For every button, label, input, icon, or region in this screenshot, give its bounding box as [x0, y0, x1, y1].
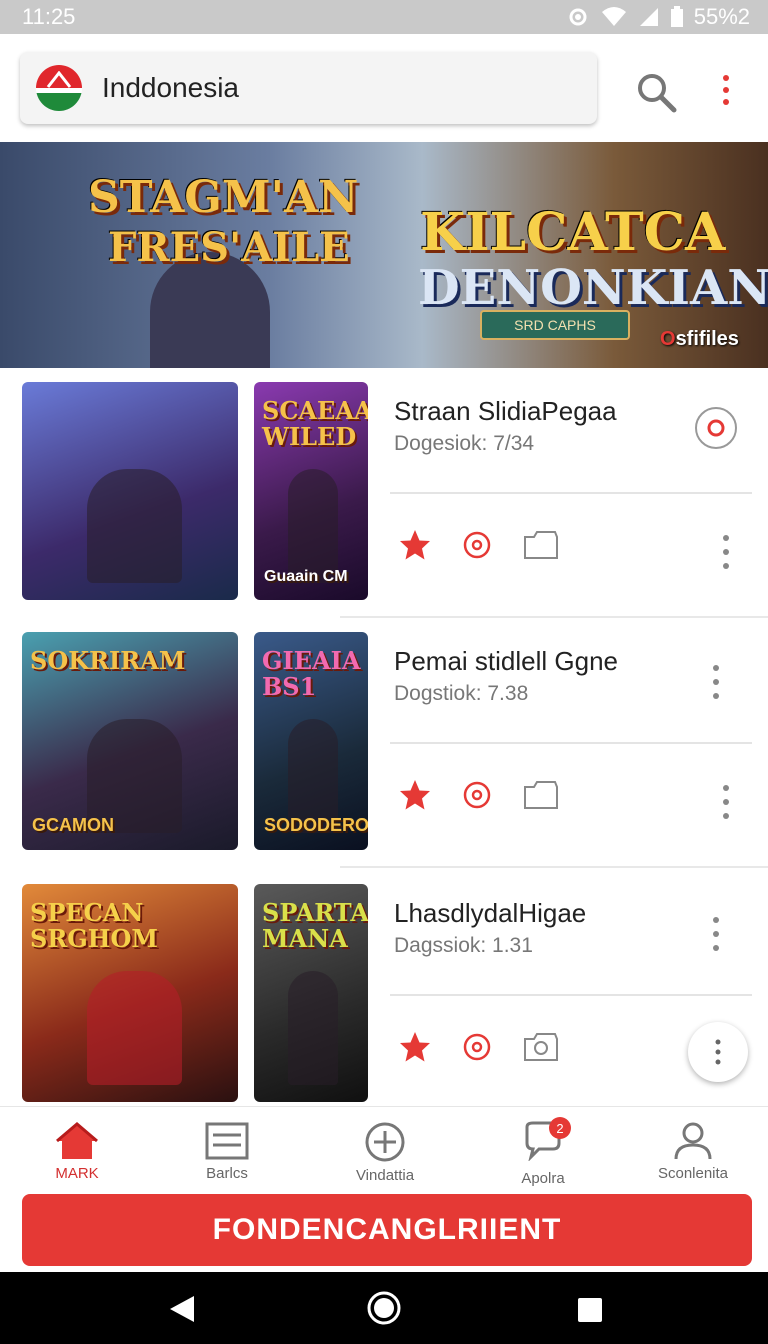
- game-thumbnail[interactable]: [22, 382, 238, 600]
- game-list: SCAEAAR WILED Guaain CM Straan SlidiaPeg…: [0, 368, 768, 1106]
- add-circle-icon: [365, 1122, 405, 1162]
- divider: [390, 994, 752, 996]
- more-fab[interactable]: [688, 1022, 748, 1082]
- chat-icon-wrap: 2: [521, 1117, 571, 1166]
- battery-icon: [670, 6, 683, 27]
- list-item[interactable]: SPECAN SRGHOM SPARTA MANA LhasdlydalHiga…: [0, 870, 768, 1106]
- banner-brand: Osfifiles: [660, 328, 739, 350]
- list-item[interactable]: SOKRIRAM GCAMON GIEAIA BS1 SODODERO Pema…: [0, 618, 768, 870]
- action-row: [398, 528, 560, 562]
- banner-title-left-1: STAGM'AN: [88, 172, 359, 223]
- banner-title-left-2: FRES'AILE: [108, 224, 350, 271]
- camera-icon[interactable]: [522, 1031, 560, 1063]
- nav-label: Vindattia: [355, 1167, 415, 1184]
- settings-icon: [569, 8, 587, 26]
- nav-label: Sconlenita: [657, 1165, 729, 1182]
- camera-icon[interactable]: [522, 529, 560, 561]
- nav-item-add[interactable]: Vindattia: [310, 1107, 460, 1195]
- game-subtitle: Dogstiok: 7.38: [394, 682, 529, 705]
- notification-badge: 2: [549, 1117, 571, 1139]
- nav-label: Apolra: [521, 1170, 565, 1187]
- battery-level: 55%2: [693, 4, 750, 29]
- nav-item-chat[interactable]: 2 Apolra: [468, 1107, 618, 1195]
- divider: [390, 742, 752, 744]
- nav-label: Barlcs: [206, 1165, 248, 1182]
- camera-icon[interactable]: [522, 779, 560, 811]
- back-icon[interactable]: [168, 1294, 196, 1324]
- game-title: LhasdlydalHigae: [394, 898, 587, 928]
- home-icon: [56, 1122, 98, 1159]
- star-icon[interactable]: [398, 1030, 432, 1064]
- game-thumbnail[interactable]: SOKRIRAM GCAMON: [22, 632, 238, 850]
- top-app-bar: Inddonesia: [0, 34, 768, 142]
- country-selector[interactable]: Inddonesia: [20, 52, 597, 124]
- game-thumbnail[interactable]: SPECAN SRGHOM: [22, 884, 238, 1102]
- star-icon[interactable]: [398, 528, 432, 562]
- wifi-icon: [601, 7, 626, 26]
- home-circle-icon[interactable]: [366, 1290, 402, 1326]
- nav-item-profile[interactable]: Sconlenita: [618, 1107, 768, 1195]
- divider: [340, 866, 768, 868]
- game-thumbnail[interactable]: GIEAIA BS1 SODODERO: [254, 632, 368, 850]
- more-vertical-icon[interactable]: [716, 72, 736, 108]
- nav-item-lists[interactable]: Barlcs: [152, 1107, 302, 1195]
- country-flag-icon: [36, 65, 82, 111]
- banner-title-right-2: DENONKIAN: [418, 260, 768, 316]
- game-thumbnail[interactable]: SCAEAAR WILED Guaain CM: [254, 382, 368, 600]
- emoji-icon[interactable]: [462, 1032, 492, 1062]
- more-vertical-icon[interactable]: [716, 532, 736, 572]
- star-icon[interactable]: [398, 778, 432, 812]
- system-navigation-bar: [0, 1272, 768, 1344]
- signal-icon: [639, 8, 658, 26]
- status-time: 11:25: [22, 4, 76, 29]
- game-subtitle: Dagssiok: 1.31: [394, 934, 533, 957]
- record-icon[interactable]: [694, 406, 738, 450]
- country-name: Inddonesia: [102, 72, 240, 103]
- emoji-icon[interactable]: [462, 530, 492, 560]
- recents-icon[interactable]: [576, 1296, 604, 1324]
- primary-cta-button[interactable]: FONDENCANGLRIIENT: [22, 1194, 752, 1266]
- status-bar: 11:25 55%2: [0, 0, 768, 34]
- more-vertical-icon: [715, 1039, 721, 1065]
- banner-plaque: SRD CAPHS: [480, 310, 630, 340]
- search-icon[interactable]: [634, 70, 678, 114]
- game-thumbnail[interactable]: SPARTA MANA: [254, 884, 368, 1102]
- list-item[interactable]: SCAEAAR WILED Guaain CM Straan SlidiaPeg…: [0, 368, 768, 620]
- game-subtitle: Dogesiok: 7/34: [394, 432, 535, 455]
- action-row: [398, 778, 560, 812]
- more-vertical-icon[interactable]: [706, 914, 726, 954]
- emoji-icon[interactable]: [462, 780, 492, 810]
- bottom-navigation: MARK Barlcs Vindattia 2 Apolra Sconlenit…: [0, 1106, 768, 1194]
- divider: [390, 492, 752, 494]
- more-vertical-icon[interactable]: [706, 662, 726, 702]
- action-row: [398, 1030, 560, 1064]
- more-vertical-icon[interactable]: [716, 782, 736, 822]
- nav-label: MARK: [55, 1165, 99, 1182]
- game-title: Straan SlidiaPegaa: [394, 396, 617, 426]
- profile-icon: [674, 1122, 712, 1160]
- banner-title-right-1: KILCATCA: [420, 202, 726, 263]
- list-icon: [205, 1122, 249, 1160]
- nav-item-home[interactable]: MARK: [2, 1107, 152, 1195]
- game-title: Pemai stidlell Ggne: [394, 646, 618, 676]
- status-icons: 55%2: [566, 4, 750, 30]
- promo-banner[interactable]: STAGM'AN FRES'AILE KILCATCA DENONKIAN SR…: [0, 142, 768, 368]
